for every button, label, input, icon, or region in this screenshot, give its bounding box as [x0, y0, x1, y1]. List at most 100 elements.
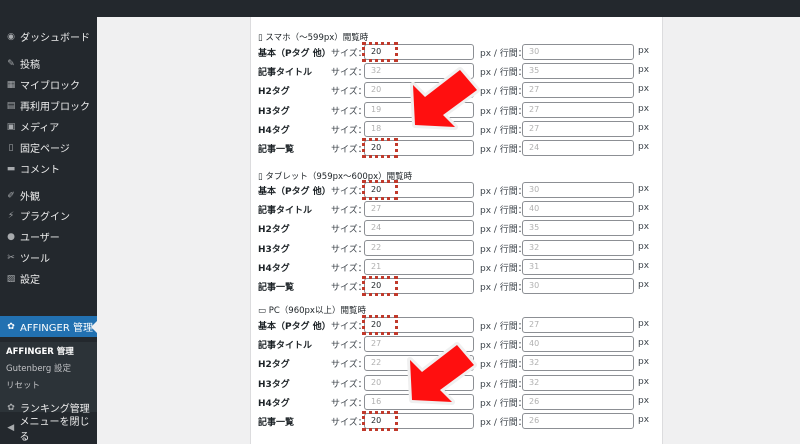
sidebar-item-8[interactable]: ✐ 外観: [0, 185, 97, 206]
sidebar-item-15[interactable]: ◀ メニューを閉じる: [0, 417, 97, 443]
font-size-input[interactable]: 24: [364, 220, 474, 236]
px-unit-label: px: [638, 357, 650, 367]
line-height-input[interactable]: 27: [522, 82, 634, 98]
line-height-input[interactable]: 27: [522, 102, 634, 118]
sidebar-item-9[interactable]: ⚡ プラグイン: [0, 205, 97, 226]
sidebar-item-label: マイブロック: [20, 81, 80, 92]
sidebar-item-2[interactable]: ✎ 投稿: [0, 53, 97, 74]
submenu-affinger[interactable]: AFFINGER 管理: [6, 345, 74, 357]
user-icon: ●: [7, 231, 15, 242]
sidebar-item-3[interactable]: ▦ マイブロック: [0, 74, 97, 95]
sidebar-item-label: 外観: [20, 192, 40, 203]
line-height-input[interactable]: 30: [522, 278, 634, 294]
line-height-input[interactable]: 26: [522, 413, 634, 429]
px-line-height-label: px / 行間：: [480, 245, 527, 255]
line-height-input[interactable]: 32: [522, 355, 634, 371]
px-line-height-label: px / 行間：: [480, 418, 527, 428]
sidebar-item-13[interactable]: ✿ AFFINGER 管理: [0, 316, 97, 337]
sidebar-item-label: ツール: [20, 254, 50, 265]
px-unit-label: px: [638, 415, 650, 425]
px-unit-label: px: [638, 261, 650, 271]
px-line-height-label: px / 行間：: [480, 187, 527, 197]
px-unit-label: px: [638, 222, 650, 232]
red-arrow-top: [410, 67, 480, 130]
px-unit-label: px: [638, 377, 650, 387]
px-line-height-label: px / 行間：: [480, 49, 527, 59]
font-size-input[interactable]: 22: [364, 240, 474, 256]
px-line-height-label: px / 行間：: [480, 68, 527, 78]
line-height-input[interactable]: 31: [522, 259, 634, 275]
px-line-height-label: px / 行間：: [480, 283, 527, 293]
settings-icon: ▨: [6, 273, 16, 284]
row-label: H3タグ: [258, 245, 290, 255]
px-line-height-label: px / 行間：: [480, 380, 527, 390]
row-label: H3タグ: [258, 107, 290, 117]
row-label: H2タグ: [258, 225, 290, 235]
sidebar-item-label: 投稿: [20, 60, 40, 71]
row-label: 記事一覧: [258, 145, 295, 155]
line-height-input[interactable]: 26: [522, 394, 634, 410]
px-unit-label: px: [638, 396, 650, 406]
comment-icon: ▬: [6, 163, 16, 174]
pin-icon: ✎: [7, 58, 15, 69]
line-height-input[interactable]: 40: [522, 336, 634, 352]
sidebar-item-6[interactable]: ▯ 固定ページ: [0, 137, 97, 158]
px-line-height-label: px / 行間：: [480, 264, 527, 274]
px-unit-label: px: [638, 184, 650, 194]
size-label: サイズ：: [331, 341, 367, 351]
row-label: 記事一覧: [258, 418, 295, 428]
px-unit-label: px: [638, 142, 650, 152]
appearance-icon: ✐: [7, 190, 15, 201]
line-height-input[interactable]: 35: [522, 63, 634, 79]
row-label: 記事一覧: [258, 283, 295, 293]
row-label: 記事タイトル: [258, 68, 313, 78]
highlight-dotted-box: [362, 138, 398, 158]
sidebar-item-12[interactable]: ▨ 設定: [0, 268, 97, 289]
sidebar-item-1[interactable]: ◉ ダッシュボード: [0, 26, 97, 47]
ranking-gear-icon: ✿: [7, 402, 15, 413]
page-icon: ▯: [8, 142, 14, 153]
highlight-dotted-box: [362, 315, 398, 335]
px-line-height-label: px / 行間：: [480, 399, 527, 409]
sidebar-item-7[interactable]: ▬ コメント: [0, 158, 97, 179]
line-height-input[interactable]: 30: [522, 44, 634, 60]
px-unit-label: px: [638, 319, 650, 329]
sidebar-item-5[interactable]: ▣ メディア: [0, 116, 97, 137]
submenu-reset[interactable]: リセット: [6, 379, 40, 391]
px-unit-label: px: [638, 123, 650, 133]
line-height-input[interactable]: 40: [522, 201, 634, 217]
px-unit-label: px: [638, 84, 650, 94]
size-label: サイズ：: [331, 107, 367, 117]
sidebar-item-label: プラグイン: [20, 212, 70, 223]
row-label: 基本（Pタグ 他）: [258, 49, 331, 59]
plugin-icon: ⚡: [7, 210, 15, 221]
row-label: H3タグ: [258, 380, 290, 390]
px-line-height-label: px / 行間：: [480, 87, 527, 97]
sidebar-item-10[interactable]: ● ユーザー: [0, 226, 97, 247]
px-unit-label: px: [638, 280, 650, 290]
admin-sidebar: AFFINGER 管理 Gutenberg 設定 リセット ◉ ダッシュボード ✎ 投…: [0, 17, 97, 444]
line-height-input[interactable]: 24: [522, 140, 634, 156]
sidebar-item-4[interactable]: ▤ 再利用ブロック: [0, 95, 97, 116]
section-heading: ▭ PC（960px以上）閲覧時: [258, 306, 366, 316]
row-label: 記事タイトル: [258, 341, 313, 351]
highlight-dotted-box: [362, 411, 398, 431]
submenu-gutenberg[interactable]: Gutenberg 設定: [6, 362, 71, 374]
line-height-input[interactable]: 32: [522, 375, 634, 391]
sidebar-item-label: ユーザー: [20, 233, 60, 244]
size-label: サイズ：: [331, 399, 367, 409]
font-size-input[interactable]: 27: [364, 201, 474, 217]
font-size-input[interactable]: 21: [364, 259, 474, 275]
line-height-input[interactable]: 27: [522, 121, 634, 137]
px-unit-label: px: [638, 46, 650, 56]
row-label: 基本（Pタグ 他）: [258, 187, 331, 197]
gear-icon: ✿: [7, 321, 15, 332]
line-height-input[interactable]: 27: [522, 317, 634, 333]
line-height-input[interactable]: 35: [522, 220, 634, 236]
line-height-input[interactable]: 30: [522, 182, 634, 198]
line-height-input[interactable]: 32: [522, 240, 634, 256]
size-label: サイズ：: [331, 245, 367, 255]
sidebar-item-label: 再利用ブロック: [20, 102, 90, 113]
sidebar-item-11[interactable]: ✂ ツール: [0, 247, 97, 268]
size-label: サイズ：: [331, 360, 367, 370]
